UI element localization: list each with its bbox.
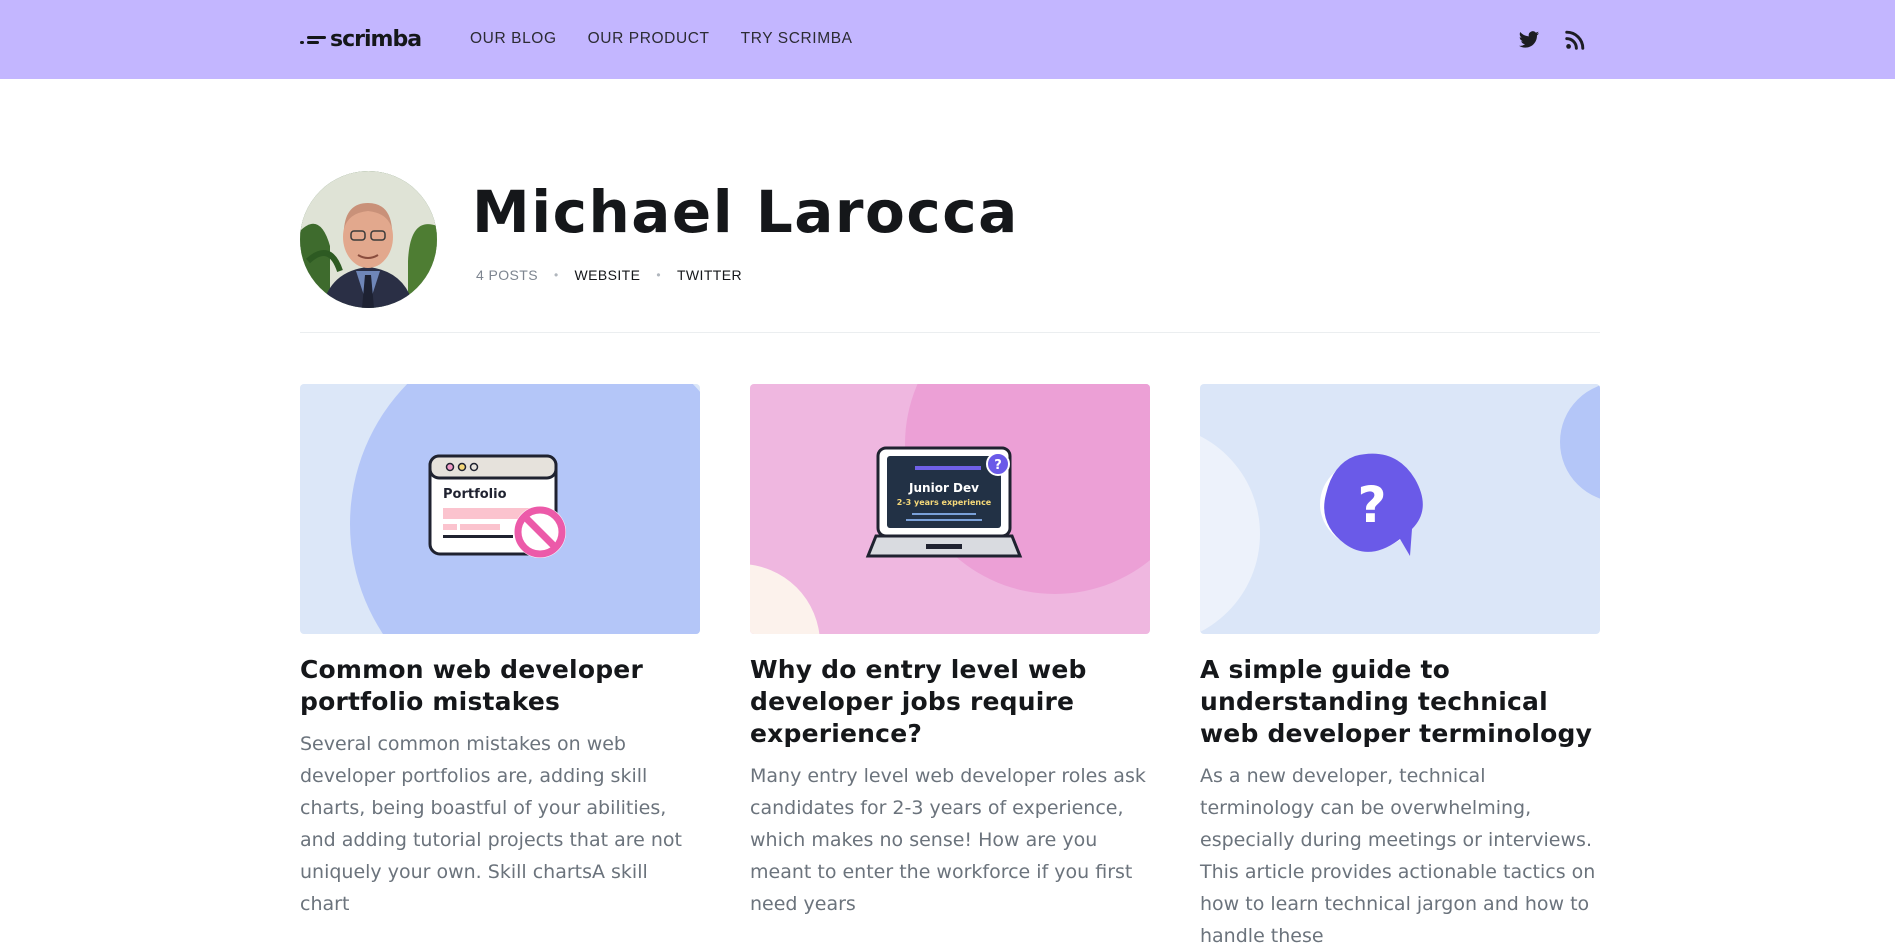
logo-text: scrimba — [330, 26, 422, 52]
post-image[interactable]: Portfolio — [300, 384, 700, 634]
post-image[interactable]: Junior Dev 2-3 years experience ? — [750, 384, 1150, 634]
author-meta: 4 POSTS • WEBSITE • TWITTER — [476, 267, 742, 283]
prohibited-icon — [514, 506, 566, 558]
question-badge: ? — [994, 458, 1002, 473]
twitter-icon[interactable] — [1518, 29, 1540, 51]
logo-mark-icon — [300, 32, 326, 46]
post-excerpt: Several common mistakes on web developer… — [300, 733, 682, 915]
screen-title: Junior Dev — [908, 481, 979, 495]
scrimba-logo[interactable]: scrimba — [300, 24, 422, 54]
author-avatar — [300, 171, 437, 308]
post-excerpt: Many entry level web developer roles ask… — [750, 765, 1146, 915]
post-title[interactable]: Common web developer portfolio mistakes — [300, 654, 700, 718]
post-count: 4 POSTS — [476, 267, 538, 283]
meta-separator: • — [656, 268, 661, 282]
social-links — [1518, 29, 1586, 51]
author-twitter-link[interactable]: TWITTER — [677, 267, 742, 283]
nav-try-scrimba[interactable]: TRY SCRIMBA — [741, 30, 853, 48]
laptop-icon: Junior Dev 2-3 years experience ? — [865, 446, 1023, 558]
bubble-question-mark: ? — [1357, 476, 1386, 534]
post-excerpt: As a new developer, technical terminolog… — [1200, 765, 1596, 947]
nav-our-product[interactable]: OUR PRODUCT — [588, 30, 710, 48]
top-nav-bar: scrimba OUR BLOG OUR PRODUCT TRY SCRIMBA — [0, 0, 1895, 79]
meta-separator: • — [553, 268, 559, 282]
post-card[interactable]: Junior Dev 2-3 years experience ? Why do… — [750, 384, 1150, 920]
author-website-link[interactable]: WEBSITE — [575, 267, 641, 283]
portfolio-window-label: Portfolio — [443, 487, 507, 502]
post-title[interactable]: A simple guide to understanding technica… — [1200, 654, 1600, 750]
post-image[interactable]: ? — [1200, 384, 1600, 634]
main-nav: OUR BLOG OUR PRODUCT TRY SCRIMBA — [470, 30, 853, 48]
rss-icon[interactable] — [1564, 29, 1586, 51]
post-card[interactable]: ? A simple guide to understanding techni… — [1200, 384, 1600, 952]
nav-our-blog[interactable]: OUR BLOG — [470, 30, 557, 48]
post-card[interactable]: Portfolio Common web developer portfolio… — [300, 384, 700, 920]
section-divider — [300, 332, 1600, 333]
post-title[interactable]: Why do entry level web developer jobs re… — [750, 654, 1150, 750]
author-name: Michael Larocca — [472, 178, 1019, 246]
screen-subtitle: 2-3 years experience — [897, 498, 992, 507]
